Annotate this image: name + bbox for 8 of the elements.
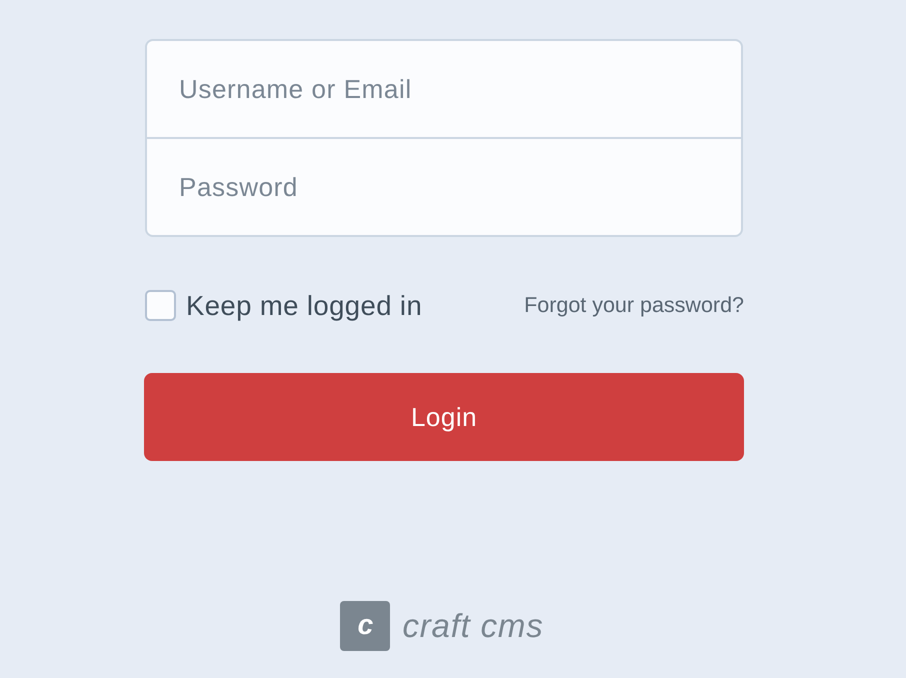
forgot-password-link[interactable]: Forgot your password? bbox=[524, 293, 744, 318]
remember-me-label[interactable]: Keep me logged in bbox=[186, 290, 422, 322]
username-field[interactable]: Username or Email bbox=[145, 39, 743, 139]
login-button[interactable]: Login bbox=[144, 373, 744, 461]
logo-tile: c bbox=[340, 601, 390, 651]
password-field[interactable]: Password bbox=[145, 139, 743, 237]
remember-checkbox[interactable] bbox=[145, 290, 176, 321]
logo-wordmark: craft cms bbox=[402, 608, 544, 644]
